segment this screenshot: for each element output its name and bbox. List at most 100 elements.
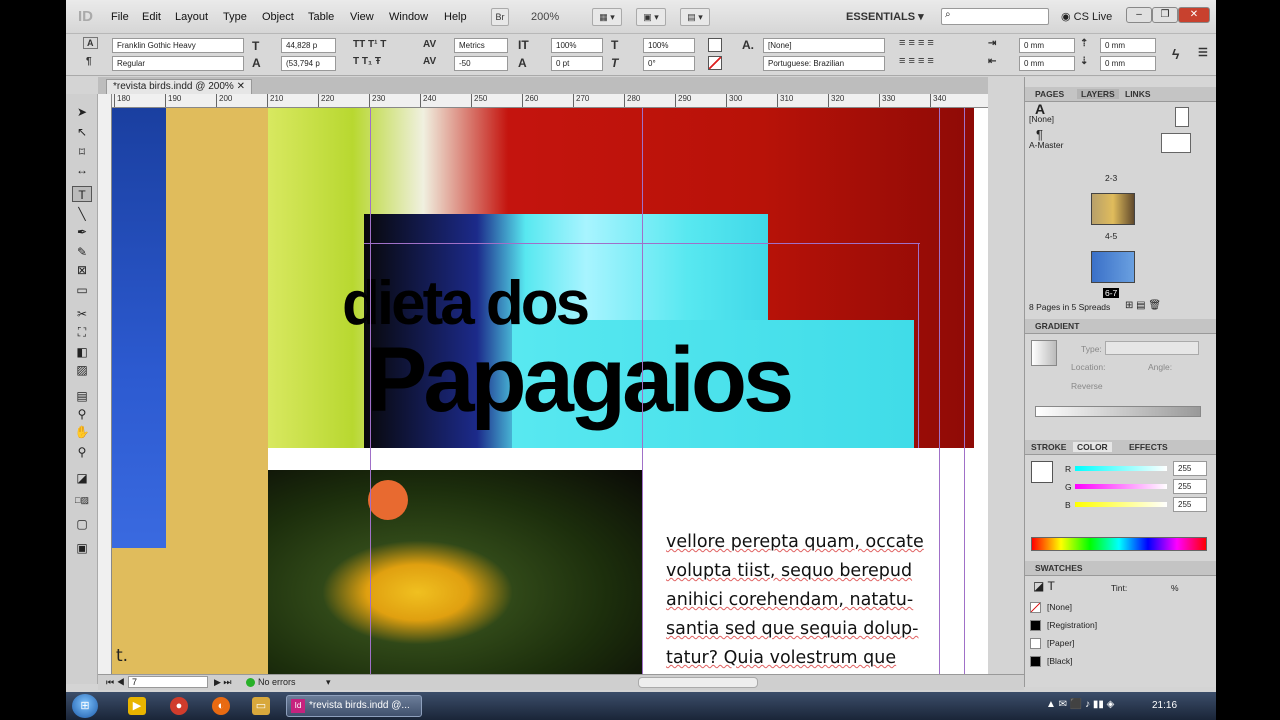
master-none-thumb[interactable] (1175, 107, 1189, 127)
skew-field[interactable]: 0° (643, 56, 695, 71)
page-number-field[interactable]: 7 (128, 676, 208, 688)
tab-layers[interactable]: LAYERS (1077, 89, 1119, 99)
horizontal-scrollbar[interactable] (638, 677, 758, 688)
horizontal-ruler[interactable]: 180 190 200 210 220 230 240 250 260 270 … (112, 94, 988, 108)
eyedropper-tool-icon[interactable]: ⚲ (72, 406, 92, 422)
zoom-level[interactable]: 200% (531, 11, 559, 23)
all-caps-icon[interactable]: TT T¹ T (353, 39, 386, 50)
font-family-select[interactable]: Franklin Gothic Heavy (112, 38, 244, 53)
align-left-icon[interactable]: ≡ ≡ ≡ ≡ (899, 37, 934, 49)
swatch-row-paper[interactable]: [Paper] (1027, 635, 1213, 652)
space-before-field[interactable]: 0 mm (1100, 38, 1156, 53)
chrome-icon[interactable]: ● (170, 697, 188, 715)
gradient-type-select[interactable] (1105, 341, 1199, 355)
cs-live-menu[interactable]: ◉ CS Live (1061, 10, 1112, 23)
explorer-icon[interactable]: ▭ (252, 697, 270, 715)
indesign-task-button[interactable]: Id *revista birds.indd @... (286, 695, 422, 717)
bridge-button[interactable]: Br (491, 8, 509, 26)
kerning-field[interactable]: Metrics (454, 38, 508, 53)
arrange-documents-icon[interactable]: ▤ ▾ (680, 8, 710, 26)
first-page-icon[interactable]: ⏮ ◀ (106, 675, 125, 690)
menu-help[interactable]: Help (444, 11, 467, 23)
spread-thumb-2-3[interactable] (1091, 193, 1135, 225)
body-text-frame[interactable]: vellore perepta quam, occate volupta tii… (666, 528, 938, 673)
gradient-tool-icon[interactable]: ◧ (72, 344, 92, 360)
close-tab-icon[interactable]: ✕ (237, 81, 245, 92)
free-transform-tool-icon[interactable]: ⛶ (72, 324, 92, 340)
tab-links[interactable]: LINKS (1125, 89, 1151, 99)
screen-mode-icon[interactable]: ▣ ▾ (636, 8, 666, 26)
next-page-icon[interactable]: ▶ ⏭ (214, 675, 232, 690)
document-canvas[interactable]: dieta dos Papagaios vellore perepta quam… (112, 108, 988, 674)
tracking-field[interactable]: -50 (454, 56, 508, 71)
apply-color-icon[interactable]: □▨ (72, 492, 92, 508)
tab-color[interactable]: COLOR (1073, 442, 1112, 452)
color-fill-swatch[interactable] (1031, 461, 1053, 483)
pen-tool-icon[interactable]: ✒ (72, 224, 92, 240)
workspace-switcher[interactable]: ESSENTIALS ▾ (846, 10, 924, 23)
swatch-fill-stroke-icon[interactable]: ◪ T (1033, 579, 1055, 593)
menu-type[interactable]: Type (223, 11, 247, 23)
type-tool-icon[interactable]: T (72, 186, 92, 202)
selection-tool-icon[interactable]: ➤ (72, 104, 92, 120)
preflight-status[interactable]: No errors (258, 675, 296, 690)
leading-field[interactable]: (53,794 p (281, 56, 336, 71)
swatch-row-black[interactable]: [Black] (1027, 653, 1213, 670)
media-player-icon[interactable]: ▶ (128, 697, 146, 715)
horizontal-scale-field[interactable]: 100% (643, 38, 695, 53)
lightning-icon[interactable]: ϟ (1172, 46, 1179, 62)
tab-stroke[interactable]: STROKE (1031, 442, 1066, 452)
close-button[interactable]: ✕ (1178, 7, 1210, 23)
font-style-select[interactable]: Regular (112, 56, 244, 71)
pages-actions-icon[interactable]: ⊞ ▤ 🗑 (1125, 300, 1161, 311)
minimize-button[interactable]: – (1126, 7, 1152, 23)
pencil-tool-icon[interactable]: ✎ (72, 244, 92, 260)
language-select[interactable]: Portuguese: Brazilian (763, 56, 885, 71)
vertical-ruler[interactable] (98, 94, 112, 674)
menu-table[interactable]: Table (308, 11, 334, 23)
gradient-ramp[interactable] (1035, 406, 1201, 417)
note-tool-icon[interactable]: ▤ (72, 388, 92, 404)
menu-file[interactable]: File (111, 11, 129, 23)
swatch-row-none[interactable]: [None] (1027, 599, 1213, 616)
menu-edit[interactable]: Edit (142, 11, 161, 23)
firefox-icon[interactable]: ◐ (212, 697, 230, 715)
start-button[interactable]: ⊞ (72, 694, 98, 718)
green-channel-value[interactable]: 255 (1173, 479, 1207, 494)
underline-icon[interactable]: T T₁ Ŧ (353, 56, 381, 67)
gap-tool-icon[interactable]: ↔ (72, 162, 92, 178)
left-indent-field[interactable]: 0 mm (1019, 38, 1075, 53)
preflight-menu-icon[interactable]: ▾ (326, 675, 331, 690)
blue-channel-slider[interactable] (1075, 502, 1167, 507)
document-tab[interactable]: *revista birds.indd @ 200% ✕ (106, 79, 252, 94)
swatch-row-registration[interactable]: [Registration] (1027, 617, 1213, 634)
vertical-scale-field[interactable]: 100% (551, 38, 603, 53)
space-after-field[interactable]: 0 mm (1100, 56, 1156, 71)
search-field[interactable]: ⌕ (941, 8, 1049, 25)
line-tool-icon[interactable]: ╲ (72, 206, 92, 222)
fill-stroke-icon[interactable]: ◪ (72, 470, 92, 486)
paragraph-mode-icon[interactable]: ¶ (86, 56, 92, 67)
normal-view-icon[interactable]: ▢ (72, 516, 92, 532)
font-size-field[interactable]: 44,828 p (281, 38, 336, 53)
headline-line-2[interactable]: Papagaios (366, 328, 966, 433)
menu-layout[interactable]: Layout (175, 11, 208, 23)
system-tray-icons[interactable]: ▲ ✉ ⬛ ♪ ▮▮ ◈ (1046, 699, 1114, 710)
color-spectrum[interactable] (1031, 537, 1207, 551)
tab-pages[interactable]: PAGES (1035, 89, 1064, 99)
red-channel-slider[interactable] (1075, 466, 1167, 471)
align-justify-icon[interactable]: ≡ ≡ ≡ ≡ (899, 55, 934, 67)
menu-object[interactable]: Object (262, 11, 294, 23)
blue-channel-value[interactable]: 255 (1173, 497, 1207, 512)
rectangle-frame-tool-icon[interactable]: ⊠ (72, 262, 92, 278)
gradient-feather-tool-icon[interactable]: ▨ (72, 362, 92, 378)
maximize-button[interactable]: ❐ (1152, 7, 1178, 23)
master-a[interactable]: A-Master (1029, 140, 1063, 150)
menu-window[interactable]: Window (389, 11, 428, 23)
panel-menu-icon[interactable]: ☰ (1198, 46, 1208, 59)
spread-thumb-4-5[interactable] (1091, 251, 1135, 283)
character-mode-icon[interactable]: A (83, 37, 98, 49)
preview-mode-icon[interactable]: ▣ (72, 540, 92, 556)
red-channel-value[interactable]: 255 (1173, 461, 1207, 476)
gradient-preview-swatch[interactable] (1031, 340, 1057, 366)
